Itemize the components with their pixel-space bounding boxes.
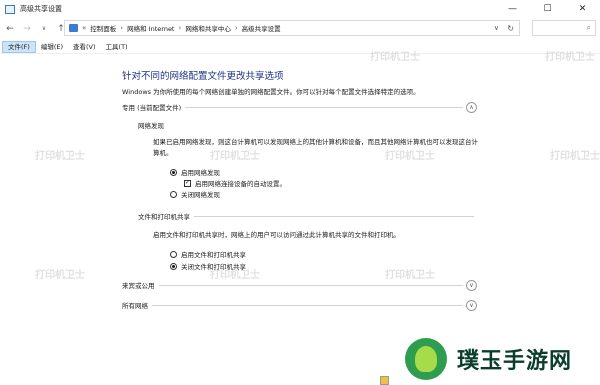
checkbox-label[interactable]: 启用网络连接设备的自动设置。 (195, 178, 286, 188)
minimize-button[interactable]: — (495, 0, 530, 18)
breadcrumb-network-sharing-center[interactable]: 网络和共享中心 (185, 23, 231, 33)
control-panel-icon (5, 4, 15, 14)
breadcrumb-separator[interactable]: › (235, 24, 238, 32)
close-button[interactable]: ✕ (565, 0, 600, 18)
menu-view[interactable]: 查看(V) (68, 41, 101, 53)
radio-sharing-on[interactable]: 启用文件和打印机共享 (170, 249, 246, 259)
breadcrumb[interactable]: « 控制面板 › 网络和 Internet › 网络和共享中心 › 高级共享设置… (64, 20, 520, 36)
section-divider (152, 304, 463, 306)
radio-sharing-off[interactable]: 关闭文件和打印机共享 (170, 261, 246, 271)
subsection-title: 网络发现 (138, 122, 164, 130)
window-controls: — ☐ ✕ (495, 0, 600, 18)
breadcrumb-network-internet[interactable]: 网络和 Internet (127, 23, 174, 33)
chevron-down-icon[interactable]: ∨ (466, 279, 477, 291)
watermark: 打印机卫士 (545, 52, 595, 63)
radio-button[interactable] (170, 262, 177, 270)
watermark: 打印机卫士 (35, 151, 85, 162)
address-toolbar: ← → ∨ ↑ « 控制面板 › 网络和 Internet › 网络和共享中心 … (0, 18, 600, 39)
discovery-description: 如果已启用网络发现，则这台计算机可以发现网络上的其他计算机和设备，而且其他网络计… (153, 138, 478, 157)
menu-file[interactable]: 文件(F) (2, 40, 36, 53)
control-panel-icon (69, 24, 78, 32)
breadcrumb-advanced-sharing[interactable]: 高级共享设置 (242, 23, 281, 33)
radio-label[interactable]: 启用网络发现 (181, 167, 220, 177)
radio-label[interactable]: 关闭文件和打印机共享 (181, 261, 246, 271)
menu-bar: 文件(F) 编辑(E) 查看(V) 工具(T) (0, 40, 600, 53)
radio-button[interactable] (170, 190, 177, 198)
window-title: 高级共享设置 (20, 5, 62, 13)
search-icon: ⌕ (586, 23, 591, 32)
page-title: 针对不同的网络配置文件更改共享选项 (122, 71, 284, 82)
breadcrumb-control-panel[interactable]: 控制面板 (90, 23, 116, 33)
section-guest-public[interactable]: 来宾或公用 ∨ (122, 279, 477, 291)
subsection-title: 文件和打印机共享 (138, 213, 190, 221)
subsection-network-discovery: 网络发现 (138, 120, 474, 130)
search-input[interactable]: ⌕ (532, 20, 596, 36)
brand-name: 璞玉手游网 (457, 349, 573, 374)
back-arrow-icon[interactable]: ← (3, 22, 17, 36)
section-private-profile[interactable]: 专用 (当前配置文件) ∧ (122, 101, 477, 113)
watermark: 打印机卫士 (370, 52, 420, 63)
recent-dropdown-icon[interactable]: ∨ (37, 22, 51, 36)
forward-arrow-icon[interactable]: → (20, 22, 34, 36)
overflow-separator[interactable]: « (82, 24, 86, 32)
menu-edit[interactable]: 编辑(E) (36, 41, 68, 53)
title-bar: 高级共享设置 — ☐ ✕ (0, 0, 600, 18)
refresh-icon[interactable]: ↻ (507, 24, 514, 33)
breadcrumb-separator[interactable]: › (120, 24, 123, 32)
section-divider (158, 284, 463, 286)
radio-discovery-off[interactable]: 关闭网络发现 (170, 189, 220, 199)
radio-button[interactable] (170, 250, 177, 258)
section-label: 来宾或公用 (122, 280, 159, 290)
chevron-down-icon[interactable]: ∨ (494, 24, 499, 32)
watermark: 打印机卫士 (35, 270, 85, 281)
section-divider (185, 106, 463, 108)
menu-tools[interactable]: 工具(T) (101, 41, 133, 53)
radio-label[interactable]: 关闭网络发现 (181, 189, 220, 199)
maximize-button[interactable]: ☐ (530, 0, 565, 18)
watermark: 打印机卫士 (550, 151, 600, 162)
breadcrumb-separator[interactable]: › (179, 24, 182, 32)
section-all-networks[interactable]: 所有网络 ∨ (122, 299, 477, 311)
checkbox[interactable]: ✓ (184, 179, 191, 187)
subsection-divider (194, 215, 474, 217)
brand-watermark: 璞玉手游网 (405, 337, 595, 381)
subsection-file-printer-sharing: 文件和打印机共享 (138, 211, 474, 221)
section-label: 专用 (当前配置文件) (122, 102, 186, 112)
sharing-description: 启用文件和打印机共享时，网络上的用户可以访问通过此计算机共享的文件和打印机。 (153, 231, 400, 239)
page-description: Windows 为你所使用的每个网络创建单独的网络配置文件。你可以针对每个配置文… (122, 88, 420, 96)
chevron-down-icon[interactable]: ∨ (466, 299, 477, 311)
chevron-up-icon[interactable]: ∧ (466, 101, 477, 113)
checkbox-auto-setup[interactable]: ✓ 启用网络连接设备的自动设置。 (184, 178, 286, 188)
radio-label[interactable]: 启用文件和打印机共享 (181, 249, 246, 259)
brand-logo-icon (405, 338, 447, 380)
section-label: 所有网络 (122, 300, 152, 310)
shield-icon (380, 376, 389, 385)
main-content: 打印机卫士 打印机卫士 打印机卫士 打印机卫士 打印机卫士 打印机卫士 打印机卫… (0, 52, 600, 385)
radio-button[interactable] (170, 168, 177, 176)
radio-discovery-on[interactable]: 启用网络发现 (170, 167, 220, 177)
